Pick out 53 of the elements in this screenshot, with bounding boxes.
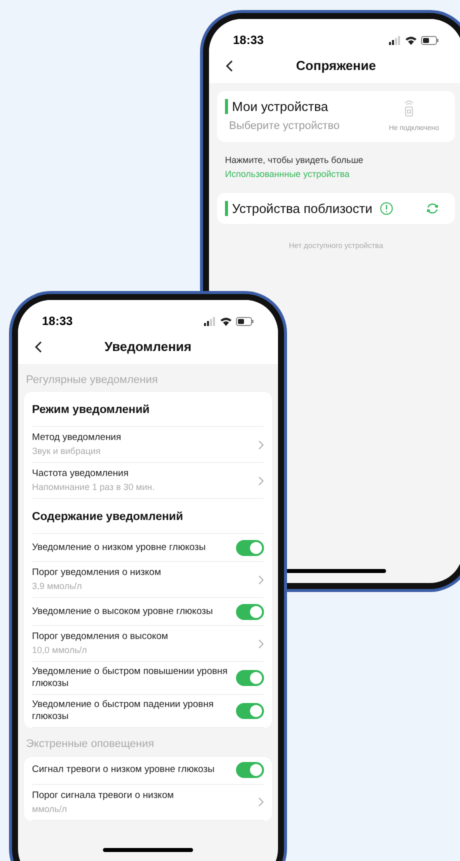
toggle-switch[interactable] — [236, 703, 264, 719]
wifi-icon — [405, 36, 417, 44]
setting-row[interactable]: Частота уведомления Напоминание 1 раз в 30 мин. — [32, 463, 264, 499]
setting-value: Напоминание 1 раз в 30 мин. — [32, 481, 155, 494]
section-title: Регулярные уведомления — [25, 372, 159, 388]
setting-value: 3,9 ммоль/л — [32, 580, 83, 593]
chevron-icon — [258, 574, 264, 584]
setting-row[interactable]: Порог уведомления о высоком 10,0 ммоль/л — [32, 626, 264, 662]
screen-title: Уведомления — [103, 338, 193, 356]
setting-label: Уведомление о быстром падении уровня глюкозы — [32, 699, 215, 723]
setting-label: Уведомление о быстром повышении уровня глюкозы — [32, 666, 228, 690]
toggle-switch[interactable] — [236, 670, 264, 686]
setting-row[interactable]: Порог уведомления о низком 3,9 ммоль/л — [32, 562, 264, 598]
chevron-icon — [258, 638, 264, 648]
setting-row[interactable]: Метод уведомления Звук и вибрация — [32, 427, 264, 463]
setting-value: 10,0 ммоль/л — [32, 644, 88, 657]
wifi-icon — [220, 316, 232, 326]
toggle-switch[interactable] — [236, 604, 264, 620]
card-title: Мои устройства — [225, 98, 340, 114]
setting-label: Порог сигнала тревоги о низком — [32, 788, 174, 802]
setting-label: Уведомление о высоком уровне глюкозы — [32, 606, 213, 618]
chevron-icon — [258, 440, 264, 450]
status-time: 18:33 — [42, 313, 73, 330]
chevron-icon — [258, 476, 264, 486]
device-prompt: Выберите устройство — [228, 118, 340, 134]
chevron-icon — [258, 797, 264, 807]
setting-label: Сигнал тревоги о низком уровне глюкозы — [32, 764, 214, 776]
hint-text: Нажмите, чтобы увидеть больше — [225, 154, 364, 167]
battery-icon — [421, 36, 439, 44]
setting-label: Метод уведомления — [32, 431, 122, 445]
setting-label: Порог уведомления о низком — [32, 566, 161, 580]
setting-label: Частота уведомления — [32, 467, 130, 481]
setting-label: Уведомление о низком уровне глюкозы — [32, 542, 206, 554]
group-heading: Содержание уведомлений — [32, 511, 184, 523]
back-icon[interactable] — [34, 340, 42, 353]
group-heading: Режим уведомлений — [32, 404, 150, 416]
setting-label: Порог уведомления о высоком — [32, 630, 168, 644]
setting-row[interactable]: Порог сигнала тревоги о низком ммоль/л — [32, 784, 264, 820]
section-title: Экстренные оповещения — [25, 737, 156, 752]
toggle-switch[interactable] — [236, 540, 264, 556]
setting-value: Звук и вибрация — [32, 445, 102, 458]
signal-icon — [389, 36, 401, 44]
signal-icon — [204, 316, 216, 326]
card-title: Устройства поблизости — [225, 201, 372, 216]
battery-icon — [236, 316, 254, 326]
device-icon — [403, 98, 415, 116]
screen-title: Сопряжение — [295, 57, 377, 75]
status-time: 18:33 — [233, 32, 264, 49]
refresh-icon[interactable] — [426, 202, 439, 215]
toggle-switch[interactable] — [236, 762, 264, 778]
info-icon[interactable] — [380, 202, 394, 215]
setting-value: ммоль/л — [32, 802, 68, 816]
back-icon[interactable] — [225, 60, 233, 72]
